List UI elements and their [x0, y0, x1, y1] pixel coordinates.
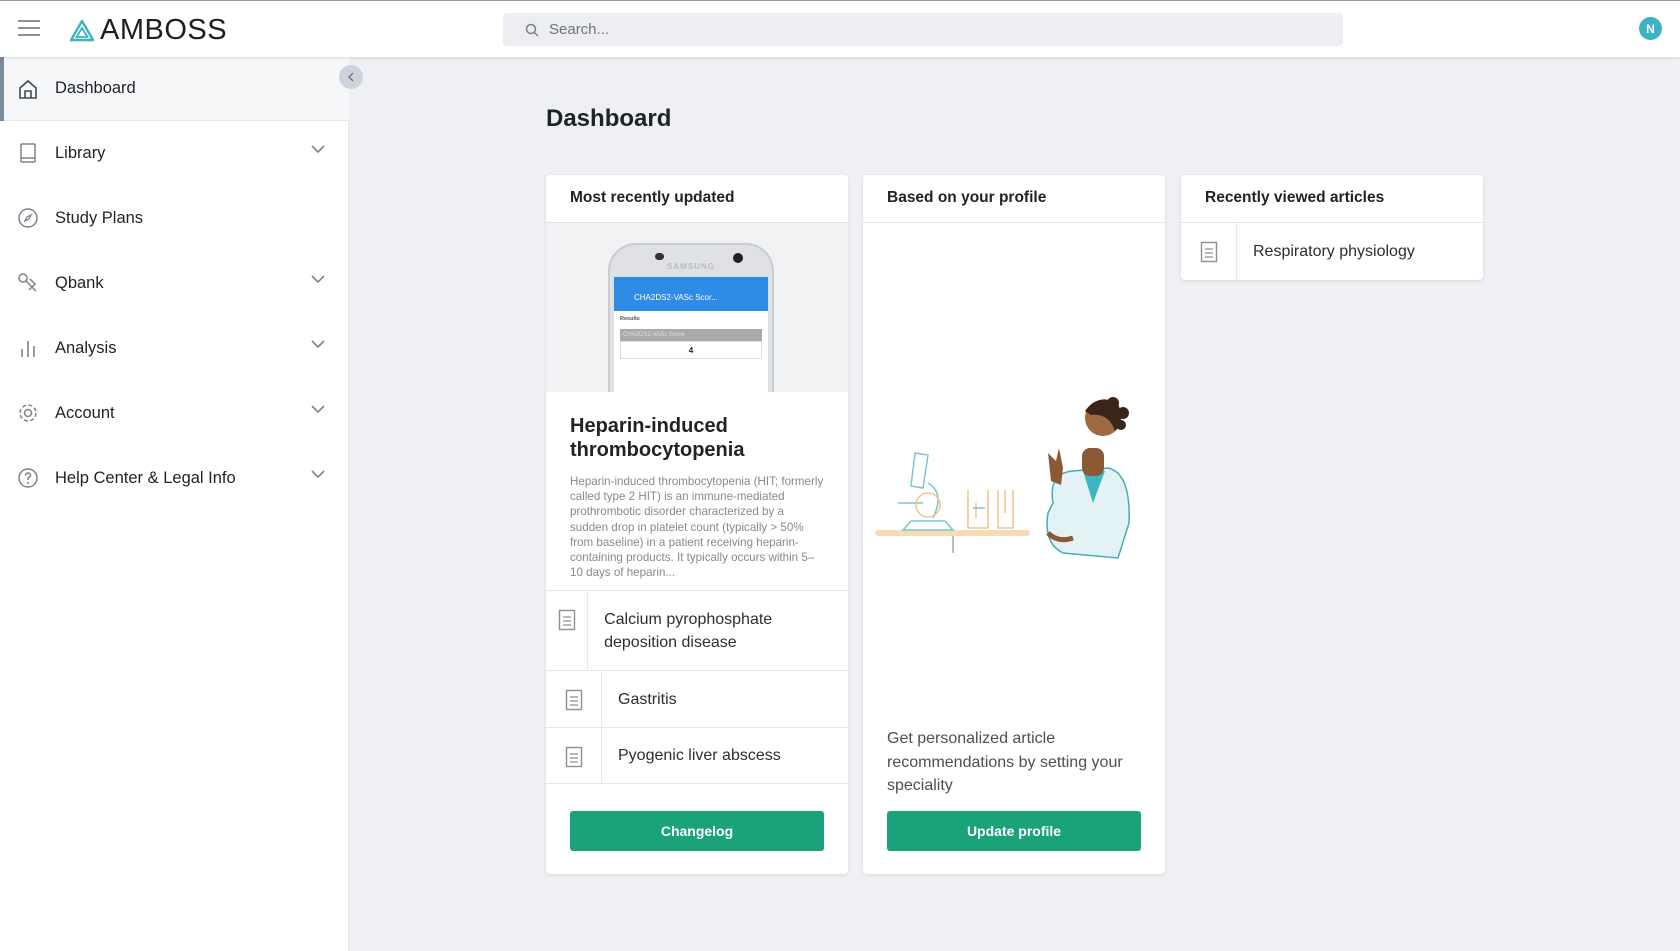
card-header: Recently viewed articles	[1181, 175, 1483, 223]
list-item[interactable]: Pyogenic liver abscess	[546, 727, 848, 784]
logo[interactable]: AMBOSS	[70, 14, 227, 47]
phone-results-label: Results	[620, 316, 640, 322]
sidebar-item-qbank[interactable]: Qbank	[0, 251, 349, 315]
compass-icon	[17, 207, 39, 229]
sidebar: Dashboard Library Study Plans Qbank Anal…	[0, 57, 349, 951]
article-icon	[1200, 241, 1217, 263]
chevron-down-icon[interactable]	[311, 340, 325, 349]
article-image[interactable]: SAMSUNG CHA2DS2-VASc Scor... Results CHA…	[546, 223, 848, 392]
sidebar-item-label: Library	[55, 143, 106, 162]
phone-image: SAMSUNG CHA2DS2-VASc Scor... Results CHA…	[608, 243, 774, 392]
chevron-down-icon[interactable]	[311, 275, 325, 284]
amboss-logo-icon	[70, 19, 94, 41]
list-item[interactable]: Gastritis	[546, 670, 848, 727]
profile-card: Based on your profile Get personalized a…	[863, 175, 1165, 874]
chevron-down-icon[interactable]	[311, 470, 325, 479]
sidebar-item-dashboard[interactable]: Dashboard	[0, 57, 349, 121]
list-item-label: Gastritis	[618, 690, 677, 708]
sidebar-item-library[interactable]: Library	[0, 121, 349, 185]
search-icon	[525, 23, 539, 37]
update-profile-button[interactable]: Update profile	[887, 811, 1141, 851]
page-title: Dashboard	[546, 105, 672, 132]
top-bar: AMBOSS Search... N	[0, 1, 1680, 57]
card-header: Based on your profile	[863, 175, 1165, 223]
most-recently-updated-card: Most recently updated SAMSUNG CHA2DS2-VA…	[546, 175, 848, 874]
doctor-illustration	[875, 397, 1130, 559]
phone-score-label: CHA2DS2-VASc Score	[620, 329, 762, 341]
home-icon	[17, 78, 39, 100]
chevron-left-icon	[348, 72, 354, 82]
menu-icon[interactable]	[18, 20, 40, 36]
bar-chart-icon	[17, 337, 39, 359]
phone-app-bar: CHA2DS2-VASc Scor...	[614, 277, 768, 311]
gear-icon	[17, 402, 39, 424]
pen-icon	[17, 272, 39, 294]
changelog-button[interactable]: Changelog	[570, 811, 824, 851]
sidebar-item-label: Study Plans	[55, 208, 144, 227]
article-title[interactable]: Heparin-induced thrombocytopenia	[546, 392, 848, 462]
card-header: Most recently updated	[546, 175, 848, 223]
recently-viewed-card: Recently viewed articles Respiratory phy…	[1181, 175, 1483, 280]
sidebar-item-label: Qbank	[55, 273, 104, 292]
book-icon	[17, 142, 39, 164]
article-description: Heparin-induced thrombocytopenia (HIT; f…	[570, 475, 824, 580]
help-icon	[17, 467, 39, 489]
search-placeholder: Search...	[549, 21, 610, 38]
sidebar-item-account[interactable]: Account	[0, 381, 349, 445]
list-item-label: Calcium pyrophosphate deposition disease	[604, 610, 773, 651]
sidebar-item-label: Dashboard	[55, 79, 136, 97]
recommendation-text: Get personalized article recommendations…	[887, 730, 1123, 794]
logo-text: AMBOSS	[100, 14, 228, 46]
phone-brand: SAMSUNG	[667, 262, 715, 271]
article-icon	[558, 609, 575, 631]
sidebar-item-label: Help Center & Legal Info	[55, 468, 236, 487]
list-item[interactable]: Respiratory physiology	[1181, 223, 1483, 280]
sidebar-item-label: Account	[55, 403, 115, 422]
avatar[interactable]: N	[1639, 17, 1662, 40]
article-icon	[565, 689, 582, 711]
sidebar-item-study-plans[interactable]: Study Plans	[0, 186, 349, 250]
sidebar-item-help[interactable]: Help Center & Legal Info	[0, 446, 349, 510]
list-item-label: Pyogenic liver abscess	[618, 747, 781, 764]
search-input[interactable]: Search...	[503, 13, 1343, 46]
article-icon	[565, 746, 582, 768]
sidebar-item-analysis[interactable]: Analysis	[0, 316, 349, 380]
list-item[interactable]: Calcium pyrophosphate deposition disease	[546, 590, 848, 670]
sidebar-item-label: Analysis	[55, 338, 117, 357]
collapse-sidebar-button[interactable]	[339, 65, 363, 89]
phone-score-value: 4	[620, 341, 762, 359]
list-item-label: Respiratory physiology	[1253, 243, 1415, 260]
chevron-down-icon[interactable]	[311, 145, 325, 154]
chevron-down-icon[interactable]	[311, 405, 325, 414]
